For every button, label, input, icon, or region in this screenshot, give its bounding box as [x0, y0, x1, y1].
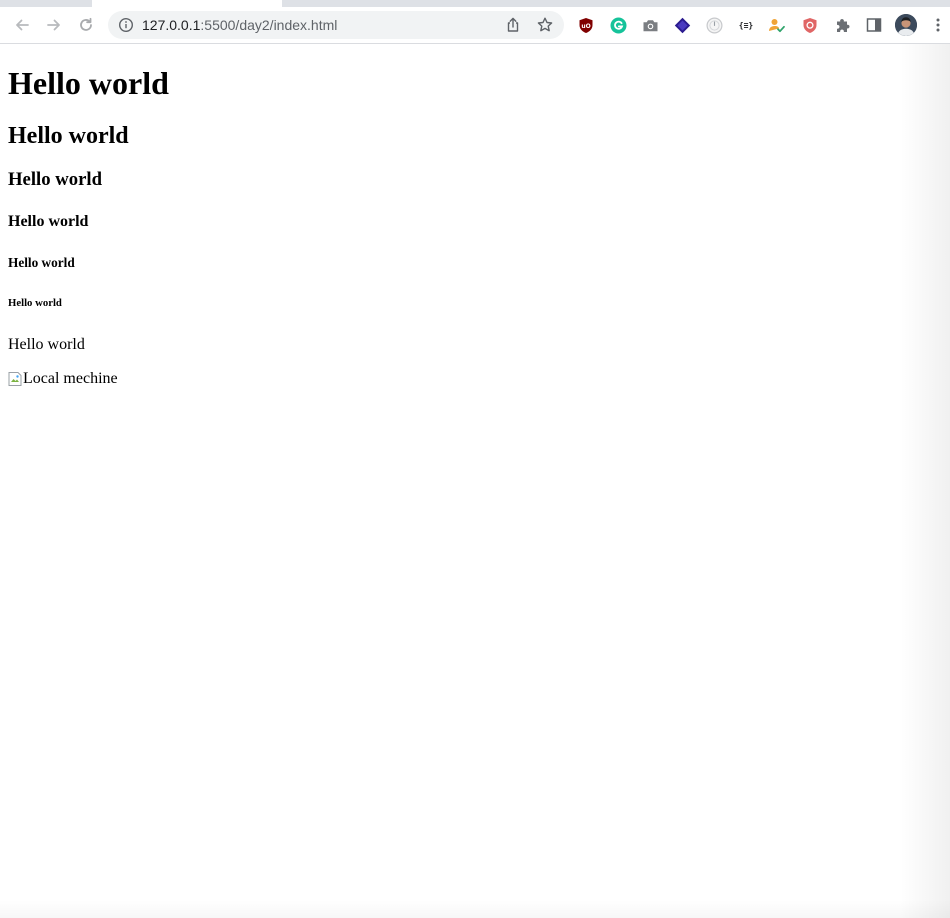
share-icon[interactable] [504, 16, 522, 34]
grammarly-icon [610, 17, 626, 33]
stack-icon [674, 17, 690, 33]
profile-photo [895, 14, 917, 36]
forward-arrow-icon [47, 19, 60, 31]
heading-3: Hello world [8, 169, 103, 190]
heading-6: Hello world [8, 297, 62, 309]
ublock-icon: uO [579, 17, 593, 33]
timer-extension[interactable] [705, 16, 723, 34]
json-icon: {≡} [738, 20, 754, 30]
heading-5: Hello world [8, 255, 75, 270]
stack-extension[interactable] [673, 16, 691, 34]
camera-extension[interactable] [641, 16, 659, 34]
browser-toolbar: 127.0.0.1:5500/day2/index.html uO {≡} [0, 7, 950, 44]
puzzle-icon [836, 18, 850, 32]
reload-button[interactable] [71, 10, 101, 40]
shield-icon [803, 17, 817, 33]
forward-button[interactable] [39, 10, 69, 40]
heading-2: Hello world [8, 123, 129, 149]
tab-strip [0, 0, 950, 7]
grammarly-extension[interactable] [609, 16, 627, 34]
back-arrow-icon [16, 19, 29, 31]
broken-image-icon [8, 372, 22, 386]
image-alt-text: Local mechine [23, 370, 118, 387]
address-bar[interactable]: 127.0.0.1:5500/day2/index.html [108, 11, 564, 39]
user-check-extension[interactable] [768, 16, 786, 34]
active-tab[interactable] [92, 0, 282, 7]
broken-image: Local mechine [8, 370, 938, 388]
browser-menu-button[interactable] [930, 16, 946, 34]
side-panel-icon [866, 18, 882, 32]
avatar[interactable] [895, 14, 917, 36]
back-button[interactable] [7, 10, 37, 40]
info-icon[interactable] [118, 17, 134, 33]
kebab-menu-icon [936, 18, 940, 32]
url-host: 127.0.0.1 [142, 17, 201, 33]
json-extension[interactable]: {≡} [734, 16, 758, 34]
reload-icon [80, 17, 92, 31]
url-path: :5500/day2/index.html [200, 17, 338, 33]
shield-extension[interactable] [801, 16, 819, 34]
user-check-icon [769, 18, 785, 32]
url-text[interactable]: 127.0.0.1:5500/day2/index.html [142, 17, 337, 33]
heading-1: Hello world [8, 65, 169, 101]
svg-text:uO: uO [581, 23, 590, 30]
timer-icon [705, 16, 723, 34]
ublock-extension[interactable]: uO [577, 16, 595, 34]
page-content: Hello world Hello world Hello world Hell… [8, 44, 938, 388]
camera-icon [643, 19, 657, 31]
extensions-button[interactable] [833, 16, 851, 34]
star-icon[interactable] [536, 16, 554, 34]
side-panel-button[interactable] [865, 16, 883, 34]
paragraph: Hello world [8, 336, 85, 353]
bottom-shadow [0, 900, 950, 918]
heading-4: Hello world [8, 213, 89, 230]
